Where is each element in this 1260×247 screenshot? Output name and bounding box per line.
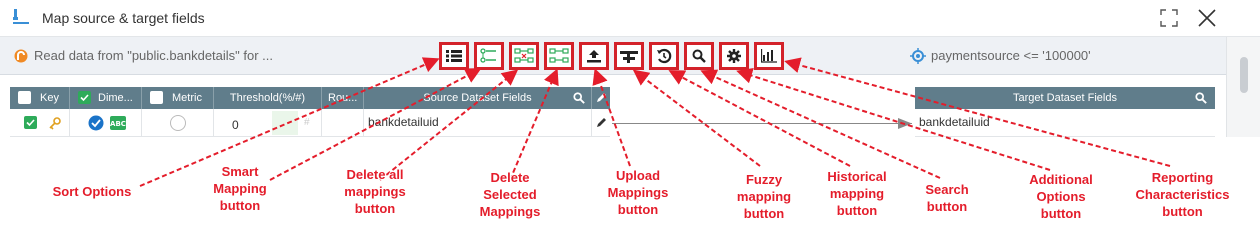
threshold-unit-toggle[interactable]: [272, 111, 298, 135]
smart-mapping-button[interactable]: [474, 42, 504, 70]
round-cell[interactable]: [322, 109, 364, 137]
annotation-search: Search button: [925, 182, 969, 214]
annotation-smart-mapping: Smart Mapping button: [213, 164, 267, 213]
round-column-header[interactable]: Rou...: [322, 87, 364, 109]
annotation-reporting-characteristics: Reporting Characteristics button: [1135, 170, 1230, 219]
target-fields-column-header: Target Dataset Fields: [1013, 92, 1117, 104]
metric-select-all-checkbox[interactable]: [150, 91, 163, 104]
additional-options-button[interactable]: [719, 42, 749, 70]
historical-mapping-button[interactable]: [649, 42, 679, 70]
upload-icon: [587, 50, 601, 63]
annotation-fuzzy-mapping: Fuzzy mapping button: [736, 172, 792, 221]
expand-icon[interactable]: [1158, 7, 1180, 29]
list-icon: [446, 50, 462, 62]
info-bar: Read data from "public.bankdetails" for …: [0, 37, 1226, 75]
search-button[interactable]: [684, 42, 714, 70]
dimension-cell: ABC: [70, 109, 142, 137]
delete-selected-mappings-button[interactable]: [544, 42, 574, 70]
check-icon: [26, 119, 35, 127]
pencil-icon: [597, 93, 606, 102]
map-fields-dialog: Map source & target fields Read data fro…: [0, 0, 1260, 247]
title-bar: Map source & target fields: [0, 0, 1260, 37]
key-column-header[interactable]: Key: [10, 87, 70, 109]
delete-all-mappings-button[interactable]: [509, 42, 539, 70]
sort-options-button[interactable]: [439, 42, 469, 70]
annotation-delete-all: Delete all mappings button: [344, 167, 406, 216]
source-fields-column-header[interactable]: Source Dataset Fields: [364, 87, 592, 109]
delete-all-map-icon: [514, 48, 534, 63]
history-icon: [657, 48, 672, 64]
historical-arrow: [668, 70, 851, 167]
close-icon[interactable]: [1196, 7, 1218, 29]
table-row[interactable]: ABC 0 # bankdetailuid: [10, 109, 610, 137]
annotation-delete-selected: Delete Selected Mappings: [479, 170, 541, 219]
fuzzy-arrow: [632, 69, 761, 167]
key-select-all-checkbox[interactable]: [18, 91, 31, 104]
threshold-value[interactable]: 0: [232, 118, 239, 132]
gear-icon: [727, 49, 741, 63]
source-field-name: bankdetailuid: [368, 115, 439, 129]
source-grid-header: Key Dime... Metric Threshold(%/#) Rou...…: [10, 87, 610, 109]
search-icon[interactable]: [1195, 92, 1207, 104]
upload-mappings-button[interactable]: [579, 42, 609, 70]
hash-icon: #: [304, 117, 310, 128]
pencil-icon: [597, 118, 606, 127]
key-icon: [49, 117, 61, 130]
database-source-icon: [14, 49, 28, 63]
reporting-characteristics-button[interactable]: [754, 42, 784, 70]
edit-column-header[interactable]: [592, 87, 610, 109]
dimension-selected-icon[interactable]: [88, 115, 104, 131]
annotation-sort-options: Sort Options: [52, 184, 132, 199]
scrollbar-thumb[interactable]: [1240, 57, 1248, 93]
search-icon[interactable]: [573, 92, 585, 104]
search-icon: [692, 49, 706, 63]
abc-type-icon: ABC: [110, 116, 126, 130]
bar-chart-icon: [761, 49, 777, 63]
annotation-additional-options: Additional Options button: [1029, 172, 1093, 221]
metric-cell: [142, 109, 214, 137]
fuzzy-icon: [620, 51, 638, 63]
dialog-title: Map source & target fields: [42, 10, 205, 26]
svg-text:ABC: ABC: [110, 120, 126, 128]
key-cell: [10, 109, 70, 137]
dimension-column-header[interactable]: Dime...: [70, 87, 142, 109]
source-description: Read data from "public.bankdetails" for …: [34, 48, 274, 63]
edit-cell[interactable]: [592, 109, 610, 137]
mapping-connector-line[interactable]: [612, 123, 912, 124]
filter-target-icon: [910, 48, 926, 64]
annotation-upload-mappings: Upload Mappings button: [607, 168, 669, 217]
metric-radio[interactable]: [170, 115, 186, 131]
map-fields-icon: [13, 9, 29, 24]
annotation-historical-mapping: Historical mapping button: [827, 169, 887, 218]
mapping-arrowhead-icon: [898, 118, 912, 129]
table-row[interactable]: bankdetailuid: [915, 109, 1215, 137]
target-grid-header[interactable]: Target Dataset Fields: [915, 87, 1215, 109]
target-field-name: bankdetailuid: [919, 115, 990, 129]
check-icon: [80, 94, 89, 102]
source-field-cell[interactable]: bankdetailuid: [364, 109, 592, 137]
smart-map-icon: [480, 48, 496, 63]
delete-selected-map-icon: [549, 48, 569, 63]
filter-condition: paymentsource <= '100000': [931, 48, 1091, 63]
fuzzy-mapping-button[interactable]: [614, 42, 644, 70]
metric-column-header[interactable]: Metric: [142, 87, 214, 109]
threshold-column-header[interactable]: Threshold(%/#): [214, 87, 322, 109]
threshold-cell: 0 #: [214, 109, 322, 137]
